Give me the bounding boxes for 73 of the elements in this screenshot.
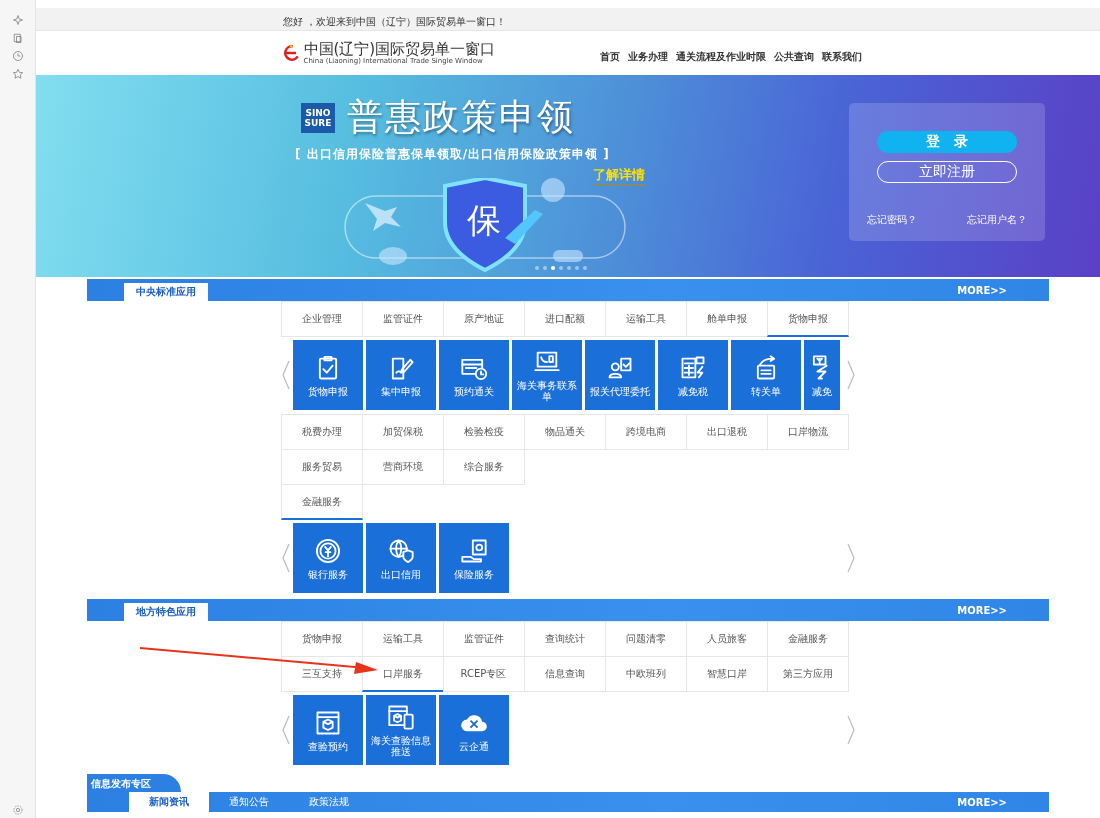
category-tab[interactable]: 企业管理 — [280, 301, 363, 337]
nav-link[interactable]: 通关流程及作业时限 — [675, 50, 766, 64]
carousel-dot[interactable] — [543, 266, 547, 270]
more-link[interactable]: MORE>> — [957, 284, 1007, 296]
carousel-dot[interactable] — [583, 266, 587, 270]
chevron-right-icon[interactable] — [845, 543, 856, 573]
welcome-text: 您好 ，欢迎来到中国（辽宁）国际贸易单一窗口！ — [282, 15, 506, 27]
document-icon[interactable] — [11, 32, 24, 44]
nav-link[interactable]: 公共查询 — [773, 50, 814, 64]
category-tab[interactable]: 货物申报 — [280, 621, 363, 657]
app-tile[interactable]: 海关查验信息推送 — [365, 695, 436, 765]
news-tab[interactable]: 新闻资讯 — [129, 792, 209, 812]
carousel-dot[interactable] — [535, 266, 539, 270]
carousel-dot[interactable] — [575, 266, 579, 270]
carousel-dot[interactable] — [559, 266, 563, 270]
star-icon[interactable] — [11, 68, 24, 80]
carousel-dot[interactable] — [567, 266, 571, 270]
forgot-username-link[interactable]: 忘记用户名？ — [967, 213, 1027, 227]
nav-link[interactable]: 联系我们 — [821, 50, 862, 64]
chevron-right-icon[interactable] — [845, 360, 856, 390]
section-label: 信息发布专区 — [87, 774, 181, 792]
window-phone-icon — [386, 703, 415, 731]
app-tile[interactable]: 报关代理委托 — [584, 340, 655, 410]
app-tile[interactable]: 出口信用 — [365, 523, 436, 593]
settings-icon[interactable] — [11, 804, 24, 816]
category-tab[interactable]: 跨境电商 — [604, 414, 687, 450]
category-tab[interactable]: 综合服务 — [442, 449, 525, 485]
category-tab[interactable]: 原产地证 — [442, 301, 525, 337]
section-title: 地方特色应用 — [124, 603, 208, 621]
category-tab[interactable]: 口岸物流 — [766, 414, 849, 450]
app-tile[interactable]: 云企通 — [438, 695, 509, 765]
more-link[interactable]: MORE>> — [957, 796, 1007, 808]
clock-icon[interactable] — [11, 50, 24, 62]
sparkle-icon[interactable] — [11, 14, 24, 26]
category-tab[interactable]: 金融服务 — [766, 621, 849, 657]
banner-subtitle: [ 出口信用保险普惠保单领取/出口信用保险政策申领 ] — [295, 146, 611, 163]
category-tab[interactable]: 舱单申报 — [685, 301, 768, 337]
coin-icon — [313, 536, 342, 565]
category-tab[interactable]: 运输工具 — [604, 301, 687, 337]
category-tab[interactable]: 税费办理 — [280, 414, 363, 450]
category-tab[interactable]: 第三方应用 — [766, 656, 849, 692]
section-title: 中央标准应用 — [124, 283, 208, 301]
news-tab[interactable]: 政策法规 — [289, 792, 369, 812]
news-tab[interactable]: 通知公告 — [209, 792, 289, 812]
category-tab[interactable]: 监管证件 — [361, 301, 444, 337]
app-tile[interactable]: 转关单 — [730, 340, 801, 410]
app-tile[interactable]: 查验预约 — [292, 695, 363, 765]
category-tab[interactable]: 出口退税 — [685, 414, 768, 450]
more-link[interactable]: MORE>> — [957, 604, 1007, 616]
app-tile[interactable]: 减免 — [803, 340, 840, 410]
app-tile[interactable]: 海关事务联系单 — [511, 340, 582, 410]
chevron-left-icon[interactable] — [280, 715, 291, 745]
chevron-left-icon[interactable] — [280, 360, 291, 390]
brand-logo: SINO SURE — [301, 102, 335, 133]
app-tile[interactable]: 银行服务 — [292, 523, 363, 593]
banner-headline: 普惠政策申领 — [347, 95, 575, 139]
site-title: 中国(辽宁)国际贸易单一窗口 — [303, 41, 496, 57]
category-tab[interactable]: 进口配额 — [523, 301, 606, 337]
nav-link[interactable]: 业务办理 — [627, 50, 668, 64]
nav-link[interactable]: 首页 — [599, 50, 620, 64]
chevron-right-icon[interactable] — [845, 715, 856, 745]
app-tile[interactable]: 集中申报 — [365, 340, 436, 410]
chevron-left-icon[interactable] — [280, 543, 291, 573]
carousel-dot[interactable] — [551, 266, 555, 270]
app-tile[interactable]: 减免税 — [657, 340, 728, 410]
app-tile[interactable]: 保险服务 — [438, 523, 509, 593]
forgot-password-link[interactable]: 忘记密码？ — [867, 213, 917, 227]
category-tab[interactable]: 货物申报 — [766, 301, 849, 337]
category-tab[interactable]: 金融服务 — [280, 484, 363, 520]
category-tab[interactable]: 物品通关 — [523, 414, 606, 450]
app-tile[interactable]: 预约通关 — [438, 340, 509, 410]
app-tile[interactable]: 货物申报 — [292, 340, 363, 410]
shield-character: 保 — [467, 199, 501, 242]
